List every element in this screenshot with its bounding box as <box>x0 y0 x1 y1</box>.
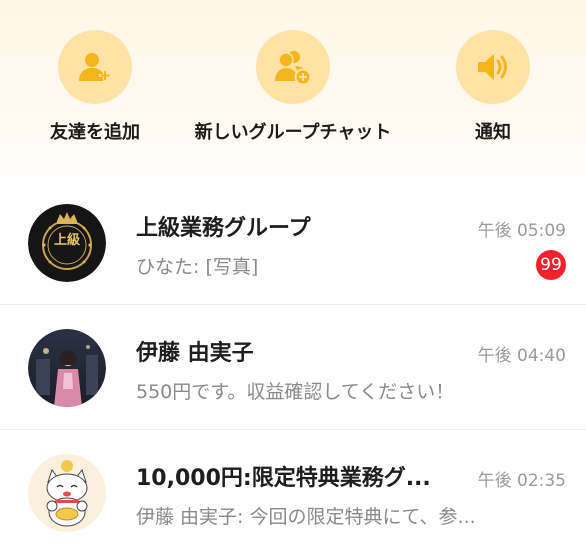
chat-row[interactable]: 上級 上級業務グループ 午後 05:09 ひなた: [写真] 99 <box>0 180 586 305</box>
chat-name: 上級業務グループ <box>136 216 311 241</box>
new-group-chat-label: 新しいグループチャット <box>194 122 392 143</box>
chat-time: 午後 04:40 <box>477 346 566 366</box>
chat-row[interactable]: 10,000円:限定特典業務グ... 午後 02:35 伊藤 由実子: 今回の限… <box>0 430 586 552</box>
new-group-icon <box>256 30 330 104</box>
chat-list: 上級 上級業務グループ 午後 05:09 ひなた: [写真] 99 伊藤 由実子… <box>0 180 586 552</box>
notifications-button[interactable]: 通知 <box>398 30 586 146</box>
chat-preview: 伊藤 由実子: 今回の限定特典にて、参... <box>136 506 476 528</box>
avatar-emblem-text: 上級 <box>54 232 80 248</box>
chat-name: 10,000円:限定特典業務グ... <box>136 466 431 491</box>
crown-emblem-avatar: 上級 <box>28 204 106 282</box>
photo-avatar <box>28 329 106 407</box>
chat-preview: ひなた: [写真] <box>136 256 259 278</box>
chat-time: 午後 05:09 <box>477 221 566 241</box>
new-group-chat-button[interactable]: 新しいグループチャット <box>195 30 391 146</box>
quick-actions-bar: 友達を追加 新しいグループチャット 通知 <box>0 0 586 190</box>
add-friend-icon <box>58 30 132 104</box>
unread-badge: 99 <box>536 250 566 280</box>
speaker-icon <box>456 30 530 104</box>
chat-name: 伊藤 由実子 <box>136 341 254 366</box>
chat-time: 午後 02:35 <box>477 471 566 491</box>
lucky-cat-avatar <box>28 454 106 532</box>
notifications-label: 通知 <box>475 122 511 143</box>
add-friend-button[interactable]: 友達を追加 <box>0 30 190 146</box>
add-friend-label: 友達を追加 <box>50 122 140 143</box>
chat-row[interactable]: 伊藤 由実子 午後 04:40 550円です。収益確認してください！ <box>0 305 586 430</box>
chat-preview: 550円です。収益確認してください！ <box>136 381 455 403</box>
